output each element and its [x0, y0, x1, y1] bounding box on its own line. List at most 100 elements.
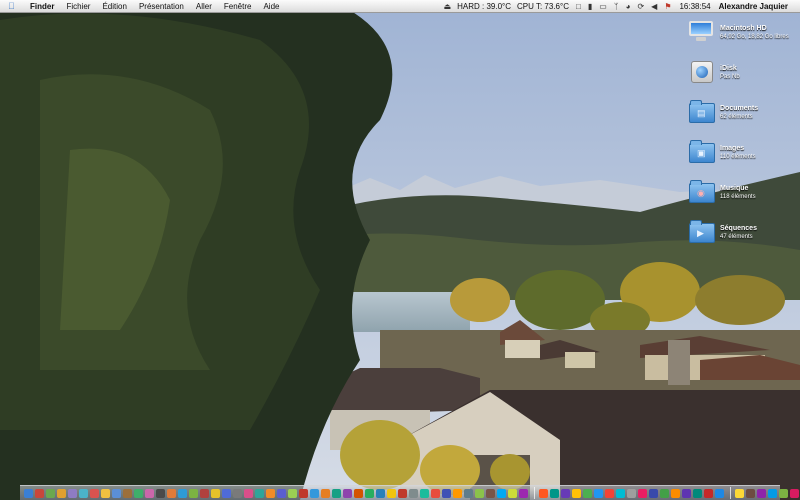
- eject-icon[interactable]: ⏏: [444, 2, 452, 11]
- dock-app-icon[interactable]: [288, 488, 297, 498]
- desktop-icon-musique[interactable]: ◉ Musique 118 éléments: [688, 179, 798, 211]
- dock-app-icon[interactable]: [112, 488, 121, 498]
- desktop-icon-sequences[interactable]: ▶ Séquences 47 éléments: [688, 219, 798, 251]
- dock-app-icon[interactable]: [779, 488, 788, 498]
- menu-fichier[interactable]: Fichier: [66, 2, 90, 11]
- dock-app-icon[interactable]: [638, 488, 647, 498]
- folder-documents-icon: ▤: [688, 99, 715, 123]
- dock-app-icon[interactable]: [682, 488, 691, 498]
- dock-app-icon[interactable]: [497, 488, 506, 498]
- dock-app-icon[interactable]: [321, 488, 330, 498]
- dock-app-icon[interactable]: [57, 488, 66, 498]
- dock-app-icon[interactable]: [310, 488, 319, 498]
- dock-app-icon[interactable]: [539, 488, 548, 498]
- box-icon[interactable]: □: [576, 2, 581, 11]
- dock-app-icon[interactable]: [550, 488, 559, 498]
- desktop-icon-label: Musique: [720, 185, 749, 192]
- dock-app-icon[interactable]: [178, 488, 187, 498]
- dock-app-icon[interactable]: [398, 488, 407, 498]
- sync-icon[interactable]: ⟳: [637, 2, 644, 11]
- dock-app-icon[interactable]: [660, 488, 669, 498]
- dock-app-icon[interactable]: [746, 488, 755, 498]
- dock-app-icon[interactable]: [35, 488, 44, 498]
- dock-app-icon[interactable]: [266, 488, 275, 498]
- dock-app-icon[interactable]: [768, 488, 777, 498]
- dock-app-icon[interactable]: [431, 488, 440, 498]
- dock-app-icon[interactable]: [189, 488, 198, 498]
- dock-app-icon[interactable]: [693, 488, 702, 498]
- bar-icon[interactable]: ▮: [588, 2, 592, 11]
- dock-app-icon[interactable]: [332, 488, 341, 498]
- desktop-icon-macintosh-hd[interactable]: Macintosh HD 64,92 Go, 18,82 Go libres: [688, 19, 798, 51]
- dock-app-icon[interactable]: [46, 488, 55, 498]
- menu-finder[interactable]: Finder: [30, 2, 54, 11]
- dock-app-icon[interactable]: [145, 488, 154, 498]
- dock-app-icon[interactable]: [365, 488, 374, 498]
- dock-app-icon[interactable]: [387, 488, 396, 498]
- dock-app-icon[interactable]: [255, 488, 264, 498]
- dock-app-icon[interactable]: [156, 488, 165, 498]
- hard-temp-status[interactable]: HARD : 39.0°C: [457, 2, 511, 11]
- desktop-icon-documents[interactable]: ▤ Documents 62 éléments: [688, 99, 798, 131]
- dock-app-icon[interactable]: [299, 488, 308, 498]
- dock-app-icon[interactable]: [519, 488, 528, 498]
- dock-app-icon[interactable]: [715, 488, 724, 498]
- dock-app-icon[interactable]: [222, 488, 231, 498]
- dock-app-icon[interactable]: [134, 488, 143, 498]
- dock-app-icon[interactable]: [671, 488, 680, 498]
- dock-app-icon[interactable]: [583, 488, 592, 498]
- dock-app-icon[interactable]: [616, 488, 625, 498]
- dock-app-icon[interactable]: [561, 488, 570, 498]
- menu-presentation[interactable]: Présentation: [139, 2, 184, 11]
- desktop-icon-idisk[interactable]: iDisk Pas Nb: [688, 59, 798, 91]
- dock-app-icon[interactable]: [200, 488, 209, 498]
- dock-app-icon[interactable]: [572, 488, 581, 498]
- display-icon[interactable]: ▭: [599, 2, 607, 11]
- cpu-temp-status[interactable]: CPU T: 73.6°C: [517, 2, 569, 11]
- dock-app-icon[interactable]: [649, 488, 658, 498]
- apple-icon[interactable]: : [8, 1, 18, 11]
- dock-app-icon[interactable]: [68, 488, 77, 498]
- dock-app-icon[interactable]: [453, 488, 462, 498]
- dock-app-icon[interactable]: [233, 488, 242, 498]
- dock-app-icon[interactable]: [420, 488, 429, 498]
- dock-app-icon[interactable]: [409, 488, 418, 498]
- wifi-icon[interactable]: ◕: [626, 2, 631, 11]
- dock-app-icon[interactable]: [167, 488, 176, 498]
- clock[interactable]: 16:38:54: [679, 2, 710, 11]
- dock-app-icon[interactable]: [757, 488, 766, 498]
- dock-app-icon[interactable]: [376, 488, 385, 498]
- volume-icon[interactable]: ◀: [651, 2, 657, 11]
- dock-app-icon[interactable]: [123, 488, 132, 498]
- desktop-icon-images[interactable]: ▣ Images 110 éléments: [688, 139, 798, 171]
- menu-aide[interactable]: Aide: [263, 2, 279, 11]
- menu-fenetre[interactable]: Fenêtre: [224, 2, 252, 11]
- dock-app-icon[interactable]: [464, 488, 473, 498]
- dock-app-icon[interactable]: [594, 488, 603, 498]
- flag-icon[interactable]: ⚑: [664, 2, 671, 11]
- dock-app-icon[interactable]: [244, 488, 253, 498]
- dock-app-icon[interactable]: [211, 488, 220, 498]
- dock-app-icon[interactable]: [605, 488, 614, 498]
- dock-app-icon[interactable]: [704, 488, 713, 498]
- dock-app-icon[interactable]: [790, 488, 799, 498]
- user-name[interactable]: Alexandre Jaquier: [719, 2, 788, 11]
- dock-app-icon[interactable]: [735, 488, 744, 498]
- dock-app-icon[interactable]: [90, 488, 99, 498]
- dock-app-icon[interactable]: [24, 488, 33, 498]
- dock-app-icon[interactable]: [475, 488, 484, 498]
- dock-app-icon[interactable]: [486, 488, 495, 498]
- bluetooth-icon[interactable]: ᛉ: [614, 2, 619, 11]
- dock-app-icon[interactable]: [79, 488, 88, 498]
- desktop-icon-info: 64,92 Go, 18,82 Go libres: [720, 34, 789, 40]
- menu-aller[interactable]: Aller: [196, 2, 212, 11]
- dock-app-icon[interactable]: [627, 488, 636, 498]
- dock-app-icon[interactable]: [101, 488, 110, 498]
- menu-edition[interactable]: Édition: [102, 2, 126, 11]
- dock-app-icon[interactable]: [354, 488, 363, 498]
- dock-app-icon[interactable]: [442, 488, 451, 498]
- desktop-icon-label: Séquences: [720, 225, 757, 232]
- dock-app-icon[interactable]: [277, 488, 286, 498]
- dock-app-icon[interactable]: [508, 488, 517, 498]
- dock-app-icon[interactable]: [343, 488, 352, 498]
